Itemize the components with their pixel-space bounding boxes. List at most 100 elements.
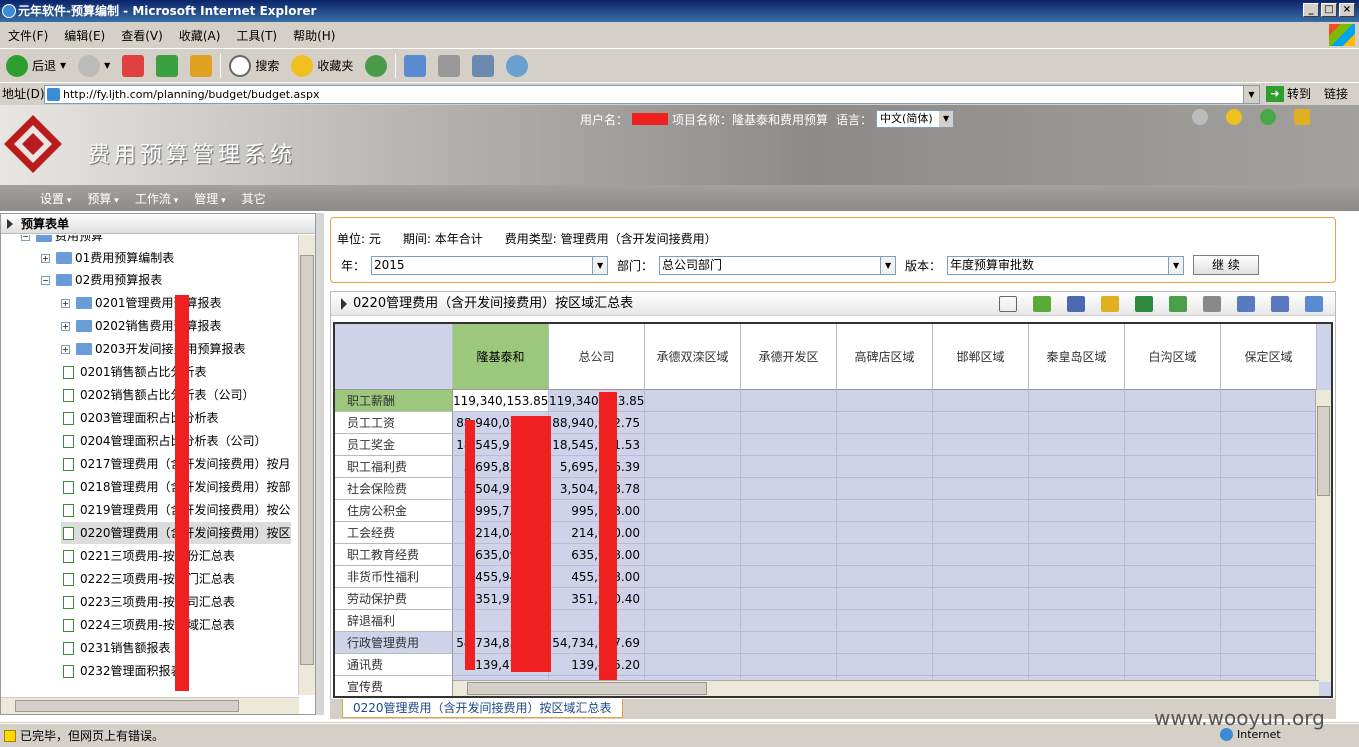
grid-cell[interactable]: [1029, 654, 1125, 676]
tree-leaf[interactable]: 0221三项费用-按月份汇总表: [61, 545, 235, 567]
grid-cell[interactable]: [741, 456, 837, 478]
grid-cell[interactable]: [645, 434, 741, 456]
grid-cell[interactable]: [645, 500, 741, 522]
tree-node[interactable]: +0201管理费用预算报表: [61, 292, 222, 314]
grid-cell[interactable]: 3,504,938.78: [549, 478, 645, 500]
grid-cell[interactable]: [1221, 544, 1317, 566]
nav-budget[interactable]: 预算: [87, 190, 118, 207]
grid-cell[interactable]: [741, 588, 837, 610]
scrollbar-thumb[interactable]: [1317, 406, 1330, 496]
print-icon[interactable]: [1203, 296, 1221, 312]
grid-cell[interactable]: [1221, 610, 1317, 632]
column-header[interactable]: 承德双滦区域: [645, 324, 741, 390]
grid-cell[interactable]: [1125, 566, 1221, 588]
grid-cell[interactable]: [1029, 632, 1125, 654]
links-button[interactable]: 链接: [1324, 85, 1348, 103]
row-label[interactable]: 非货币性福利: [335, 566, 453, 588]
grid-vertical-scrollbar[interactable]: [1315, 390, 1331, 682]
grid-cell[interactable]: [1125, 654, 1221, 676]
grid-cell[interactable]: [1221, 434, 1317, 456]
grid-horizontal-scrollbar[interactable]: [453, 680, 1319, 696]
column-header[interactable]: 保定区域: [1221, 324, 1317, 390]
grid-cell[interactable]: [1125, 544, 1221, 566]
grid-cell[interactable]: 214,040.00: [549, 522, 645, 544]
grid-cell[interactable]: [1125, 434, 1221, 456]
refresh-button[interactable]: [152, 52, 182, 80]
export-icon[interactable]: [1305, 296, 1323, 312]
address-dropdown-icon[interactable]: ▼: [1243, 86, 1259, 103]
grid-cell[interactable]: [645, 390, 741, 412]
menu-tools[interactable]: 工具(T): [228, 27, 285, 44]
tree-leaf[interactable]: 0203管理面积占比分析表: [61, 407, 219, 429]
grid-cell[interactable]: [1125, 390, 1221, 412]
help-icon[interactable]: [1260, 109, 1276, 125]
grid-cell[interactable]: [933, 588, 1029, 610]
grid-cell[interactable]: [741, 566, 837, 588]
go-button[interactable]: ➜ 转到: [1266, 85, 1311, 102]
pencil-icon[interactable]: [1033, 296, 1051, 312]
nav-other[interactable]: 其它: [242, 190, 266, 207]
collapse-icon[interactable]: −: [41, 275, 50, 285]
grid-cell[interactable]: [1029, 544, 1125, 566]
nav-manage[interactable]: 管理: [194, 190, 225, 207]
grid-cell[interactable]: [741, 610, 837, 632]
tree-leaf[interactable]: 0222三项费用-按部门汇总表: [61, 568, 235, 590]
row-label[interactable]: 辞退福利: [335, 610, 453, 632]
grid-cell[interactable]: [645, 632, 741, 654]
row-label[interactable]: 职工教育经费: [335, 544, 453, 566]
grid-cell[interactable]: 119,340,153.85: [549, 390, 645, 412]
forward-dropdown-icon[interactable]: ▼: [104, 61, 110, 70]
dept-select[interactable]: 总公司部门 ▼: [659, 255, 897, 275]
grid-cell[interactable]: [1221, 390, 1317, 412]
search-button[interactable]: 搜索: [225, 52, 283, 80]
menu-file[interactable]: 文件(F): [0, 27, 56, 44]
grid-cell[interactable]: [1029, 588, 1125, 610]
grid-cell[interactable]: [1029, 566, 1125, 588]
forward-button[interactable]: ▼: [74, 52, 114, 80]
close-button[interactable]: ×: [1339, 3, 1355, 17]
grid-cell[interactable]: [1125, 588, 1221, 610]
column-header[interactable]: 隆基泰和: [453, 324, 549, 390]
home-button[interactable]: [186, 52, 216, 80]
tree-horizontal-scrollbar[interactable]: [1, 697, 299, 714]
row-label[interactable]: 通讯费: [335, 654, 453, 676]
nav-settings[interactable]: 设置: [40, 190, 71, 207]
menu-view[interactable]: 查看(V): [113, 27, 171, 44]
grid-cell[interactable]: [837, 654, 933, 676]
grid-cell[interactable]: [837, 412, 933, 434]
row-label[interactable]: 员工工资: [335, 412, 453, 434]
grid-cell[interactable]: [1221, 654, 1317, 676]
grid-cell[interactable]: [837, 522, 933, 544]
grid-cell[interactable]: [1221, 456, 1317, 478]
row-label[interactable]: 职工福利费: [335, 456, 453, 478]
window-icon[interactable]: [1271, 296, 1289, 312]
grid-cell[interactable]: [1221, 632, 1317, 654]
grid-cell[interactable]: [933, 500, 1029, 522]
grid-cell[interactable]: [933, 544, 1029, 566]
grid-cell[interactable]: [933, 522, 1029, 544]
grid-cell[interactable]: [1029, 456, 1125, 478]
column-header[interactable]: 总公司: [549, 324, 645, 390]
stop-button[interactable]: [118, 52, 148, 80]
grid-cell[interactable]: [933, 390, 1029, 412]
tree-node[interactable]: +0202销售费用预算报表: [61, 315, 222, 337]
grid-cell[interactable]: [1029, 434, 1125, 456]
grid-cell[interactable]: [645, 544, 741, 566]
grid-cell[interactable]: 5,695,856.39: [549, 456, 645, 478]
grid-cell[interactable]: [645, 588, 741, 610]
grid-cell[interactable]: [933, 412, 1029, 434]
grid-cell[interactable]: [837, 478, 933, 500]
grid-cell[interactable]: [741, 654, 837, 676]
favorite-star-icon[interactable]: [1226, 109, 1242, 125]
tree-leaf[interactable]: 0224三项费用-按区域汇总表: [61, 614, 235, 636]
maximize-button[interactable]: □: [1321, 3, 1337, 17]
back-button[interactable]: 后退 ▼: [2, 52, 70, 80]
grid-cell[interactable]: [1221, 522, 1317, 544]
grid-cell[interactable]: [933, 632, 1029, 654]
column-header[interactable]: 承德开发区: [741, 324, 837, 390]
grid-cell[interactable]: [1125, 632, 1221, 654]
grid-cell[interactable]: [741, 434, 837, 456]
tree-node[interactable]: − 02费用预算报表: [41, 269, 162, 291]
tree-leaf[interactable]: 0204管理面积占比分析表（公司）: [61, 430, 267, 452]
address-input[interactable]: http://fy.ljth.com/planning/budget/budge…: [44, 85, 1260, 104]
